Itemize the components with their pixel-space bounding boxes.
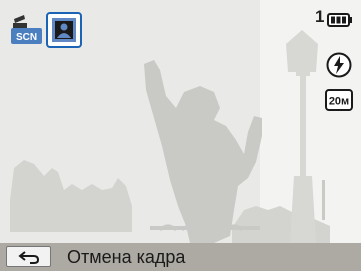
cancel-shot-label: Отмена кадра xyxy=(67,247,186,267)
camera-screen: SCN 1 20м Отмена кадра xyxy=(0,0,361,271)
scene-mode-icon: SCN xyxy=(10,13,43,47)
resolution-20m-icon: 20м xyxy=(325,89,353,111)
bottom-bar: Отмена кадра xyxy=(0,243,361,271)
back-arrow-icon xyxy=(18,251,40,264)
flash-auto-icon xyxy=(326,52,352,78)
resolution-text: 20м xyxy=(329,96,349,108)
remaining-shots-count: 1 xyxy=(315,7,325,26)
scene-mode-text: SCN xyxy=(16,32,37,43)
back-button[interactable] xyxy=(6,246,51,267)
backlight-portrait-icon xyxy=(46,12,82,48)
battery-full-icon xyxy=(327,13,353,27)
